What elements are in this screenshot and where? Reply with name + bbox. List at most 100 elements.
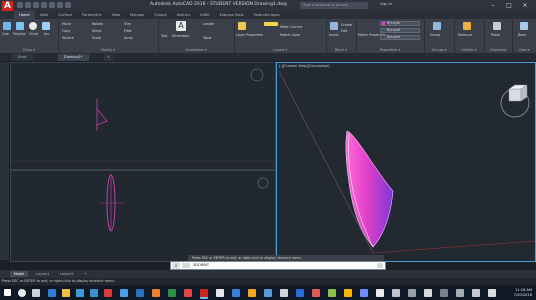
lineweight-dropdown[interactable]: ByLayer [380,28,420,33]
array-button[interactable]: Array [124,36,133,40]
command-input[interactable]: 3DORBIT [193,262,209,269]
layout-tab-model[interactable]: Model [10,271,29,277]
layout-tab-layout2[interactable]: Layout2 [56,271,78,277]
create-block-button[interactable]: Create [341,23,352,27]
ribbon-group-label[interactable]: Layers ▾ [234,48,326,52]
base-button[interactable]: Base [518,33,526,37]
copy-button[interactable]: Copy [62,29,70,33]
dimension-button[interactable]: Dimension [172,34,190,38]
viewcube-icon[interactable] [257,177,269,189]
tab-solid[interactable]: Solid [35,11,54,19]
app-icon[interactable] [440,289,448,297]
new-layout-button[interactable]: + [80,271,91,277]
new-tab-button[interactable]: + [104,54,113,61]
app-icon[interactable] [488,289,496,297]
command-history-toggle-icon[interactable] [377,263,383,268]
app-icon[interactable] [392,289,400,297]
app-icon[interactable] [456,289,464,297]
ribbon-group-label[interactable]: Properties ▾ [356,48,424,52]
tab-express-tools[interactable]: Express Tools [215,11,249,19]
move-button[interactable]: Move [62,22,71,26]
app-icon[interactable] [312,289,320,297]
color-dropdown[interactable]: ByLayer [380,21,420,26]
tab-view[interactable]: View [107,11,126,19]
app-icon[interactable] [376,289,384,297]
ribbon-group-label[interactable]: View ▾ [512,48,536,52]
layout-tab-layout1[interactable]: Layout1 [32,271,54,277]
search-input[interactable]: Type a keyword or phrase [300,2,368,9]
file-tab-start[interactable]: Start [12,54,33,61]
app-icon[interactable] [264,289,272,297]
match-layer-button[interactable]: Match Layer [280,33,300,37]
table-button[interactable]: Table [203,36,212,40]
group-icon[interactable] [433,22,441,30]
mail-icon[interactable] [90,289,98,297]
file-explorer-icon[interactable] [62,289,70,297]
line-icon[interactable] [3,22,11,30]
paste-icon[interactable] [493,22,501,30]
arc-icon[interactable] [42,22,50,30]
ribbon-group-label[interactable]: Draw ▾ [0,48,58,52]
make-current-button[interactable]: Make Current [280,25,302,29]
rotate-button[interactable]: Rotate [92,22,103,26]
ribbon-group-label[interactable]: Clipboard [484,48,512,52]
app-icon[interactable] [152,289,160,297]
system-clock[interactable]: 11:16 AM 7/20/2016 [514,288,532,298]
leader-button[interactable]: Leader [203,22,214,26]
app-icon[interactable] [472,289,480,297]
measure-icon[interactable] [463,22,471,30]
viewcube-icon[interactable] [250,68,264,82]
search-taskbar-icon[interactable] [18,289,26,297]
ribbon-group-label[interactable]: Block ▾ [326,48,356,52]
viewport-label[interactable]: [-][Custom View][Conceptual] [279,64,329,68]
base-view-icon[interactable] [520,22,528,30]
open-file-icon[interactable] [25,2,31,8]
layer-dropdown[interactable] [264,22,278,26]
maximize-button[interactable]: □ [502,1,516,10]
tab-surface[interactable]: Surface [53,11,77,19]
sign-in-button[interactable]: Sign In [380,2,392,6]
viewport-3d[interactable]: [-][Custom View][Conceptual] [276,62,536,262]
store-icon[interactable] [76,289,84,297]
tab-parametric[interactable]: Parametric [77,11,106,19]
ribbon-group-label[interactable]: Annotation ▾ [158,48,234,52]
minimize-button[interactable]: – [486,1,500,10]
left-palette-rail[interactable] [0,62,9,260]
polyline-icon[interactable] [16,22,24,30]
app-icon[interactable] [328,289,336,297]
tab-home[interactable]: Home [14,11,35,19]
tab-output[interactable]: Output [149,11,171,19]
app-icon[interactable] [232,289,240,297]
app-icon[interactable] [280,289,288,297]
layer-properties-button[interactable]: Layer Properties [236,33,263,37]
tab-featured-apps[interactable]: Featured Apps [249,11,285,19]
tab-manage[interactable]: Manage [125,11,149,19]
layer-properties-icon[interactable] [238,22,246,30]
tab-add-ins[interactable]: Add-ins [172,11,195,19]
command-line[interactable]: × 3DORBIT [170,261,386,270]
save-as-icon[interactable] [41,2,47,8]
print-icon[interactable] [49,2,55,8]
new-file-icon[interactable] [17,2,23,8]
tab-a360[interactable]: A360 [195,11,214,19]
circle-icon[interactable] [29,22,37,30]
ribbon-group-label[interactable]: Modify ▾ [58,48,158,52]
app-icon[interactable] [408,289,416,297]
linetype-dropdown[interactable]: ByLayer [380,35,420,40]
close-command-line-button[interactable]: × [172,262,180,269]
ribbon-group-label[interactable]: Utilities ▾ [454,48,484,52]
excel-icon[interactable] [168,289,176,297]
file-tab-drawing1[interactable]: Drawing1* [58,54,89,61]
navigation-wheel-icon[interactable] [500,84,530,118]
scale-button[interactable]: Scale [92,36,101,40]
measure-button[interactable]: Measure [458,33,472,37]
app-icon[interactable] [344,289,352,297]
start-menu-icon[interactable] [4,289,11,296]
group-button[interactable]: Group [430,33,440,37]
mirror-button[interactable]: Mirror [92,29,102,33]
task-view-icon[interactable] [32,289,40,297]
app-icon[interactable] [216,289,224,297]
undo-icon[interactable] [57,2,63,8]
app-icon[interactable] [248,289,256,297]
trim-button[interactable]: Trim [124,22,131,26]
